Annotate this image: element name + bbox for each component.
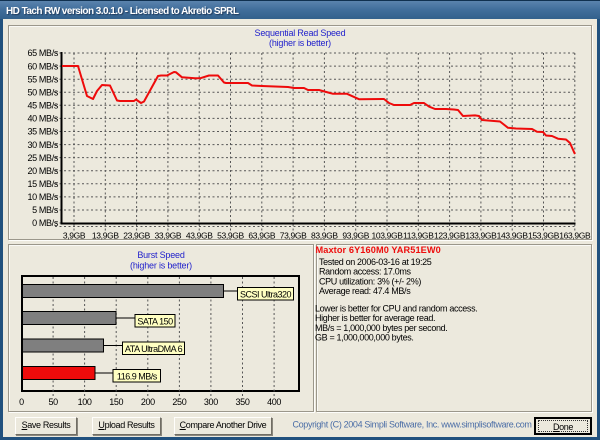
svg-text:133,9GB: 133,9GB — [465, 231, 497, 241]
svg-text:(higher is better): (higher is better) — [130, 261, 192, 271]
svg-text:30 MB/s: 30 MB/s — [27, 140, 58, 150]
svg-text:5 MB/s: 5 MB/s — [32, 205, 59, 215]
svg-text:GB = 1,000,000,000 bytes.: GB = 1,000,000,000 bytes. — [315, 333, 414, 343]
svg-text:153,9GB: 153,9GB — [528, 231, 560, 241]
svg-text:55 MB/s: 55 MB/s — [27, 74, 58, 84]
svg-text:3,9GB: 3,9GB — [63, 231, 86, 241]
svg-text:250: 250 — [172, 397, 186, 407]
svg-text:Higher is better for average r: Higher is better for average read. — [315, 313, 435, 323]
svg-text:43,9GB: 43,9GB — [186, 231, 213, 241]
svg-text:Tested on 2006-03-16 at 19:25: Tested on 2006-03-16 at 19:25 — [319, 257, 432, 267]
svg-text:20 MB/s: 20 MB/s — [27, 166, 58, 176]
svg-text:Maxtor 6Y160M0 YAR51EW0: Maxtor 6Y160M0 YAR51EW0 — [316, 245, 441, 255]
svg-text:Random access: 17.0ms: Random access: 17.0ms — [319, 267, 412, 277]
svg-text:83,9GB: 83,9GB — [311, 231, 338, 241]
svg-text:MB/s = 1,000,000 bytes per sec: MB/s = 1,000,000 bytes per second. — [315, 323, 447, 333]
svg-text:CPU utilization: 3% (+/- 2%): CPU utilization: 3% (+/- 2%) — [319, 276, 421, 286]
svg-text:10 MB/s: 10 MB/s — [27, 192, 58, 202]
svg-text:15 MB/s: 15 MB/s — [27, 179, 58, 189]
svg-text:63,9GB: 63,9GB — [248, 231, 275, 241]
svg-text:Lower is better for CPU and ra: Lower is better for CPU and random acces… — [315, 303, 477, 313]
svg-text:93,9GB: 93,9GB — [342, 231, 369, 241]
svg-text:25 MB/s: 25 MB/s — [27, 153, 58, 163]
svg-text:Burst Speed: Burst Speed — [137, 250, 185, 260]
svg-text:ATA UltraDMA 6: ATA UltraDMA 6 — [125, 344, 183, 354]
svg-text:123,9GB: 123,9GB — [434, 231, 466, 241]
svg-text:Sequential Read Speed: Sequential Read Speed — [255, 28, 346, 38]
svg-text:(higher is better): (higher is better) — [269, 38, 331, 48]
svg-text:50 MB/s: 50 MB/s — [27, 87, 58, 97]
svg-text:103,9GB: 103,9GB — [371, 231, 403, 241]
svg-text:23,9GB: 23,9GB — [123, 231, 150, 241]
svg-text:65 MB/s: 65 MB/s — [27, 48, 58, 58]
svg-text:13,9GB: 13,9GB — [92, 231, 119, 241]
svg-text:33,9GB: 33,9GB — [155, 231, 182, 241]
svg-text:73,9GB: 73,9GB — [280, 231, 307, 241]
svg-text:Average read: 47.4 MB/s: Average read: 47.4 MB/s — [319, 286, 411, 296]
svg-text:400: 400 — [267, 397, 281, 407]
svg-text:100: 100 — [78, 397, 92, 407]
svg-text:SATA 150: SATA 150 — [137, 316, 173, 326]
svg-text:60 MB/s: 60 MB/s — [27, 61, 58, 71]
svg-text:40 MB/s: 40 MB/s — [27, 114, 58, 124]
svg-text:200: 200 — [141, 397, 155, 407]
svg-text:150: 150 — [109, 397, 123, 407]
svg-text:50: 50 — [48, 397, 58, 407]
svg-text:0 MB/s: 0 MB/s — [32, 218, 59, 228]
svg-text:116.9 MB/s: 116.9 MB/s — [117, 371, 158, 381]
svg-text:163,9GB: 163,9GB — [559, 231, 591, 241]
svg-text:Copyright (C) 2004 Simpli Soft: Copyright (C) 2004 Simpli Software, Inc.… — [293, 420, 532, 430]
svg-text:143,9GB: 143,9GB — [497, 231, 529, 241]
svg-text:53,9GB: 53,9GB — [217, 231, 244, 241]
svg-text:113,9GB: 113,9GB — [403, 231, 434, 241]
svg-text:45 MB/s: 45 MB/s — [27, 101, 58, 111]
svg-text:35 MB/s: 35 MB/s — [27, 127, 58, 137]
svg-text:350: 350 — [236, 397, 250, 407]
svg-text:SCSI Ultra320: SCSI Ultra320 — [240, 289, 292, 299]
svg-text:300: 300 — [204, 397, 218, 407]
svg-text:0: 0 — [19, 397, 24, 407]
